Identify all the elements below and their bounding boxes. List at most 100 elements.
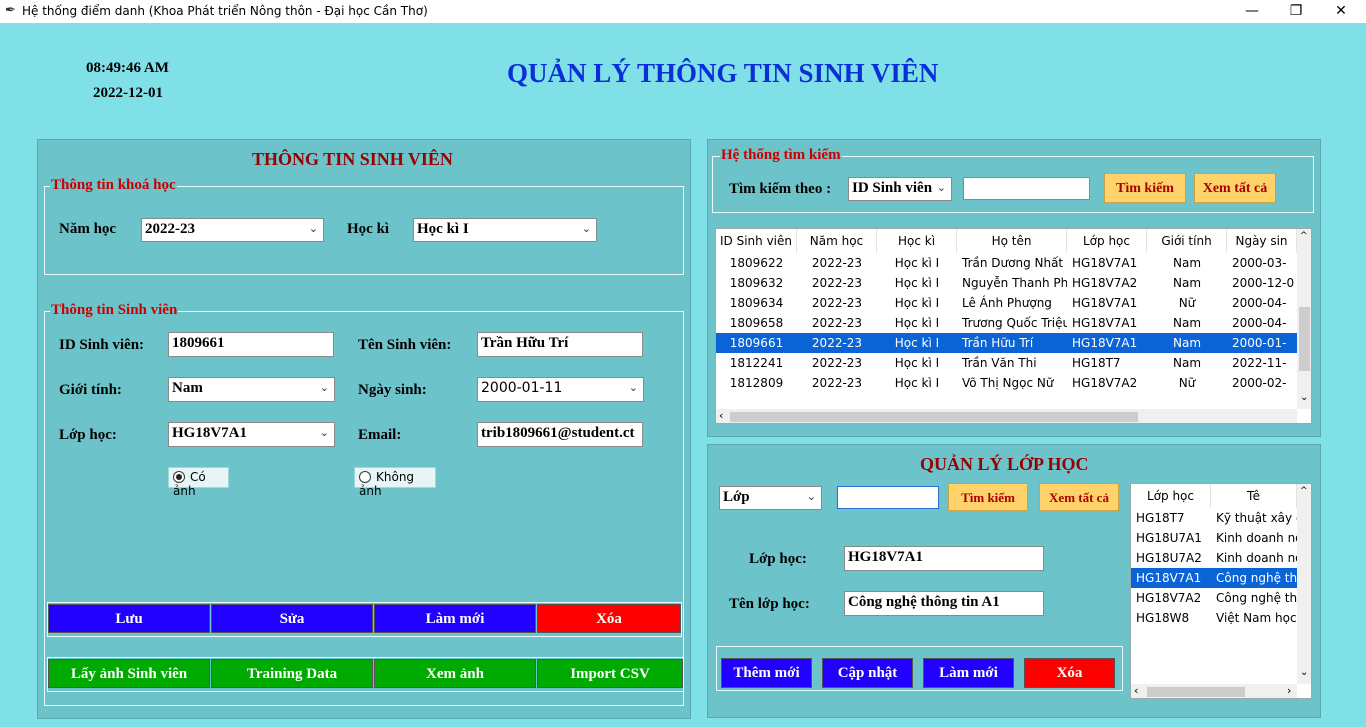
student-table-cell: Nữ	[1178, 376, 1196, 390]
class-code-field[interactable]: HG18V7A1	[844, 546, 1044, 571]
class-search-input[interactable]	[837, 486, 939, 509]
student-table-row[interactable]: 1809661 2022-23 Học kì I Trần Hữu Trí HG18V7…	[716, 333, 1297, 353]
student-table-cell: 1809658	[729, 316, 784, 330]
student-column-header[interactable]: Năm học	[797, 229, 877, 253]
student-table-cell: 2022-23	[811, 356, 863, 370]
student-column-header[interactable]: Ngày sin	[1227, 229, 1297, 253]
import-csv-button[interactable]: Import CSV	[537, 659, 683, 688]
class-panel-title: QUẢN LÝ LỚP HỌC	[920, 454, 1089, 474]
class-name-label: Tên lớp học:	[729, 596, 810, 612]
class-table-cell: HG18V7A2	[1136, 591, 1202, 605]
class-column-header[interactable]: Tê	[1211, 484, 1297, 508]
semester-select[interactable]: Học kì I ⌄	[413, 218, 597, 242]
refresh-class-button[interactable]: Làm mới	[923, 658, 1014, 688]
search-button[interactable]: Tìm kiếm	[1104, 173, 1186, 203]
student-column-header[interactable]: Giới tính	[1147, 229, 1227, 253]
student-table-cell: 2022-23	[811, 276, 863, 290]
minimize-button[interactable]: —	[1229, 0, 1275, 23]
dob-select[interactable]: 2000-01-11 ⌄	[477, 377, 644, 402]
class-table-row[interactable]: HG18T7 Kỹ thuật xây dự	[1131, 508, 1297, 528]
student-table-cell: 1812241	[729, 356, 784, 370]
class-name-field[interactable]: Công nghệ thông tin A1	[844, 591, 1044, 616]
close-button[interactable]: ✕	[1318, 0, 1364, 23]
radio-unselected-icon	[359, 471, 371, 483]
student-panel-title: THÔNG TIN SINH VIÊN	[252, 149, 453, 169]
class-table-hscroll[interactable]: ‹ ›	[1131, 684, 1297, 698]
class-table-row[interactable]: HG18U7A2 Kinh doanh nô	[1131, 548, 1297, 568]
window-titlebar: ✒ Hệ thống điểm danh (Khoa Phát triển Nô…	[0, 0, 1366, 23]
radio-has-photo[interactable]: Có ảnh	[168, 467, 229, 498]
capture-photo-button[interactable]: Lấy ảnh Sinh viên	[48, 659, 210, 688]
student-table-cell: HG18V7A1	[1072, 256, 1138, 270]
training-data-button[interactable]: Training Data	[211, 659, 373, 688]
student-table-cell: Học kì I	[894, 376, 940, 390]
class-table-cell: Công nghệ thô	[1216, 591, 1297, 605]
view-photo-button[interactable]: Xem ảnh	[374, 659, 536, 688]
class-filter-select[interactable]: Lớp ⌄	[719, 486, 822, 510]
clock-time: 08:49:46 AM	[86, 60, 169, 76]
year-label: Năm học	[59, 221, 117, 237]
student-table-row[interactable]: 1809658 2022-23 Học kì I Trương Quốc Triệu H…	[716, 313, 1297, 333]
chevron-down-icon: ⌄	[308, 222, 318, 235]
email-field[interactable]: trib1809661@student.ct	[477, 422, 643, 447]
search-input[interactable]	[963, 177, 1090, 200]
student-table-cell: 2022-23	[811, 336, 863, 350]
class-table-vscroll[interactable]: ^ ⌄	[1297, 484, 1311, 684]
save-button[interactable]: Lưu	[48, 604, 210, 633]
student-table-cell: Lê Ánh Phượng	[962, 296, 1052, 310]
refresh-button[interactable]: Làm mới	[374, 604, 536, 633]
class-code-label: Lớp học:	[749, 551, 807, 567]
class-view-all-button[interactable]: Xem tất cả	[1039, 483, 1119, 511]
student-table-hscroll[interactable]: ‹	[716, 409, 1297, 423]
student-table-cell: Trần Văn Thi	[962, 356, 1037, 370]
class-table-cell: HG18T7	[1136, 511, 1185, 525]
student-table-cell: Học kì I	[894, 316, 940, 330]
class-select[interactable]: HG18V7A1 ⌄	[168, 422, 335, 447]
scroll-up-icon: ^	[1300, 231, 1308, 241]
hscroll-thumb[interactable]	[730, 412, 1138, 422]
class-column-header[interactable]: Lớp học	[1131, 484, 1211, 508]
student-table-row[interactable]: 1812809 2022-23 Học kì I Võ Thị Ngọc Nữ HG18…	[716, 373, 1297, 393]
student-name-field[interactable]: Trần Hữu Trí	[477, 332, 643, 357]
student-column-header[interactable]: Học kì	[877, 229, 957, 253]
student-table-row[interactable]: 1809622 2022-23 Học kì I Trần Dương Nhất HG1…	[716, 253, 1297, 273]
restore-button[interactable]: ❐	[1273, 0, 1319, 23]
student-column-header[interactable]: ID Sinh viên	[716, 229, 797, 253]
class-table-cell: Công nghệ thô	[1216, 571, 1297, 585]
student-table-row[interactable]: 1812241 2022-23 Học kì I Trần Văn Thi HG18T7…	[716, 353, 1297, 373]
student-table-vscroll[interactable]: ^ ⌄	[1297, 229, 1311, 409]
student-column-header[interactable]: Họ tên	[957, 229, 1067, 253]
class-table-row[interactable]: HG18V7A1 Công nghệ thô	[1131, 568, 1297, 588]
edit-button[interactable]: Sửa	[211, 604, 373, 633]
student-id-field[interactable]: 1809661	[168, 332, 334, 357]
app-feather-icon: ✒	[5, 3, 16, 18]
student-column-header[interactable]: Lớp học	[1067, 229, 1147, 253]
student-table-row[interactable]: 1809632 2022-23 Học kì I Nguyễn Thanh Pho HG…	[716, 273, 1297, 293]
student-table-cell: 1809622	[729, 256, 784, 270]
add-class-button[interactable]: Thêm mới	[721, 658, 812, 688]
class-table-cell: Kỹ thuật xây dự	[1216, 511, 1297, 525]
class-search-button[interactable]: Tìm kiếm	[948, 483, 1028, 511]
view-all-button[interactable]: Xem tất cả	[1194, 173, 1276, 203]
delete-button[interactable]: Xóa	[537, 604, 681, 633]
window-title: Hệ thống điểm danh (Khoa Phát triển Nông…	[22, 4, 428, 18]
class-table-row[interactable]: HG18U7A1 Kinh doanh nô	[1131, 528, 1297, 548]
student-table-cell: 2022-23	[811, 376, 863, 390]
student-id-label: ID Sinh viên:	[59, 337, 145, 353]
gender-select[interactable]: Nam ⌄	[168, 377, 335, 402]
student-table-cell: HG18T7	[1072, 356, 1121, 370]
scroll-left-icon: ‹	[719, 409, 724, 422]
delete-class-button[interactable]: Xóa	[1024, 658, 1115, 688]
hscroll-thumb[interactable]	[1147, 687, 1245, 697]
year-select[interactable]: 2022-23 ⌄	[141, 218, 324, 242]
search-by-select[interactable]: ID Sinh viên ⌄	[848, 177, 952, 201]
student-table-cell: Học kì I	[894, 276, 940, 290]
class-table-row[interactable]: HG18V7A2 Công nghệ thô	[1131, 588, 1297, 608]
student-table-cell: Trần Hữu Trí	[962, 336, 1034, 350]
class-table-row[interactable]: HG18W8 Việt Nam học	[1131, 608, 1297, 628]
search-by-label: Tìm kiếm theo :	[729, 181, 832, 197]
update-class-button[interactable]: Cập nhật	[822, 658, 913, 688]
radio-no-photo[interactable]: Không ảnh	[354, 467, 436, 498]
vscroll-thumb[interactable]	[1299, 307, 1310, 371]
student-table-row[interactable]: 1809634 2022-23 Học kì I Lê Ánh Phượng HG18V…	[716, 293, 1297, 313]
